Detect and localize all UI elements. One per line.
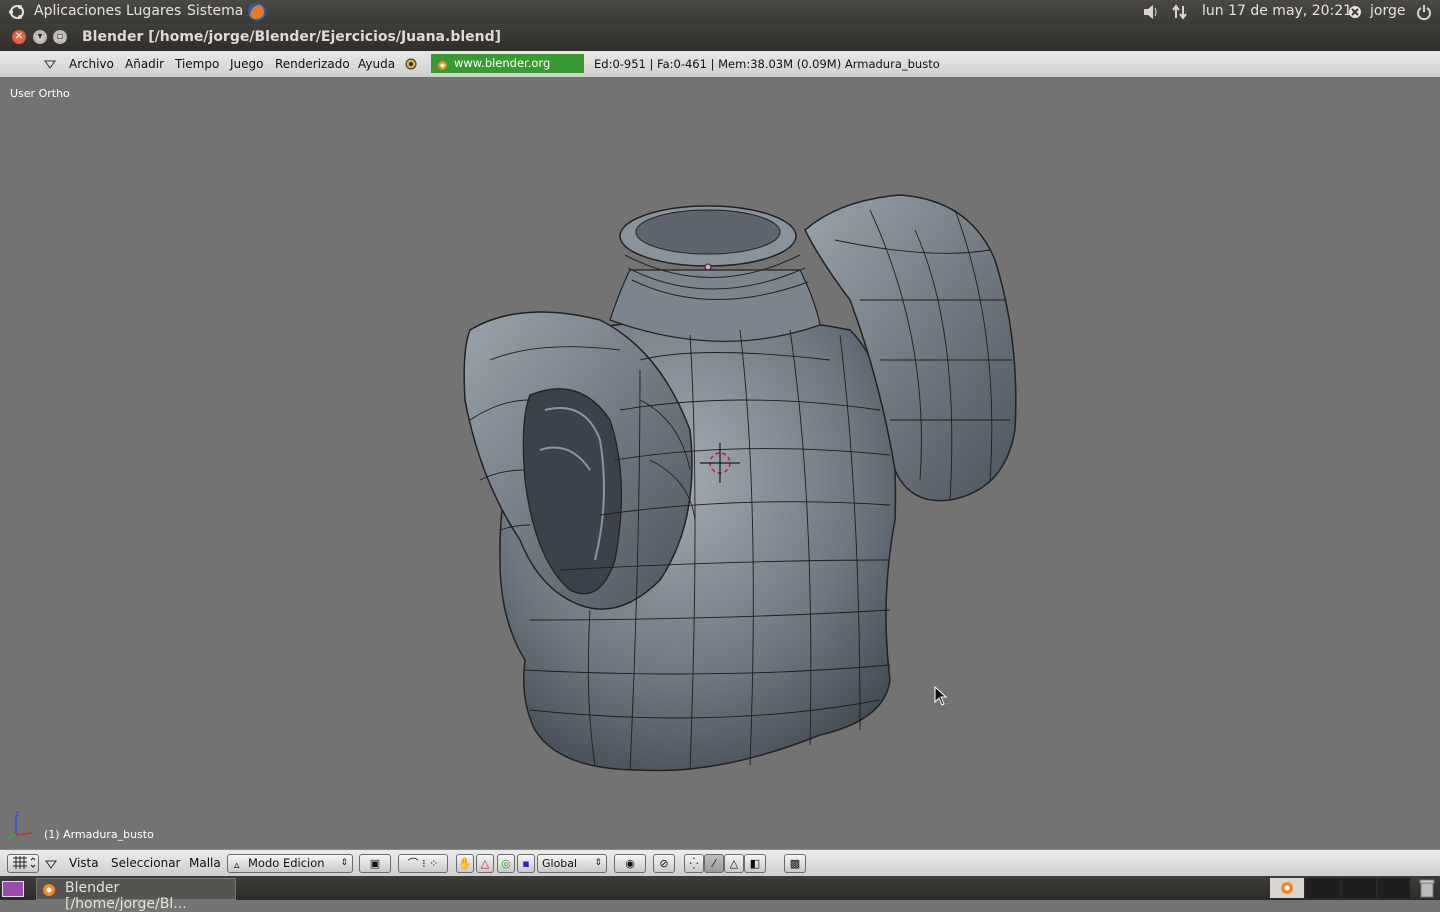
close-window-button[interactable]: ✕: [12, 30, 26, 44]
menu-anadir[interactable]: Añadir: [125, 57, 164, 71]
draw-type-button[interactable]: ▣: [359, 854, 391, 873]
edit-mode-icon: ▵: [234, 858, 240, 871]
scene-stats: Ed:0-951 | Fa:0-461 | Mem:38.03M (0.09M)…: [594, 57, 940, 71]
menu-ayuda[interactable]: Ayuda: [358, 57, 395, 71]
menu-malla[interactable]: Malla: [189, 856, 221, 870]
active-object-label: (1) Armadura_busto: [44, 828, 154, 841]
view3d-header: Vista Seleccionar Malla ▵ Modo Edicion ⇕…: [0, 849, 1440, 877]
bust-mesh-model[interactable]: [0, 77, 1440, 848]
blender-info-header: Archivo Añadir Tiempo Juego Renderizado …: [0, 51, 1440, 89]
menu-renderizado[interactable]: Renderizado: [275, 57, 350, 71]
render-preview-button[interactable]: ▩: [784, 854, 806, 873]
taskbar-item-label: Blender [/home/jorge/Bl...: [65, 880, 187, 912]
maximize-window-button[interactable]: ▫: [53, 30, 67, 44]
menu-sistema[interactable]: Sistema: [187, 3, 243, 19]
top-panel: Aplicaciones Lugares Sistema lun 17 de m…: [0, 0, 1440, 24]
face-select-mode-button[interactable]: △: [724, 854, 744, 873]
chevron-updown-icon: ⇕: [594, 858, 602, 868]
scale-manipulator-button[interactable]: ▪: [517, 854, 535, 873]
volume-icon[interactable]: [1142, 4, 1158, 20]
mode-selector[interactable]: ▵ Modo Edicion ⇕: [227, 854, 353, 873]
network-icon[interactable]: [1172, 4, 1188, 20]
translate-manipulator-button[interactable]: △: [476, 854, 494, 873]
firefox-icon[interactable]: [246, 1, 268, 23]
workspace-4[interactable]: [1378, 878, 1410, 898]
editor-type-button[interactable]: [7, 854, 39, 873]
orientation-selector[interactable]: Global ⇕: [537, 854, 607, 873]
orientation-selector-label: Global: [542, 857, 578, 870]
menu-lugares[interactable]: Lugares: [126, 3, 181, 19]
trash-icon[interactable]: [1418, 878, 1436, 898]
proportional-edit-button[interactable]: ◉: [614, 854, 646, 873]
menu-juego[interactable]: Juego: [230, 57, 264, 71]
workspace-switcher[interactable]: [1270, 878, 1410, 898]
mouse-pointer-icon: [934, 685, 948, 706]
user-status-icon[interactable]: [1348, 5, 1362, 19]
vertex-select-mode-button[interactable]: ⁛: [684, 854, 704, 873]
menu-vista[interactable]: Vista: [69, 856, 99, 870]
edge-select-mode-button[interactable]: ⁄: [704, 854, 724, 873]
workspace-1[interactable]: [1270, 878, 1304, 898]
blender-url-box[interactable]: www.blender.org 249.2: [431, 54, 584, 89]
workspace-2[interactable]: [1306, 878, 1340, 898]
3d-viewport[interactable]: User Ortho z (1) Armadura_busto: [0, 77, 1440, 848]
pivot-button[interactable]: ⌒ ⁝ ⁘: [398, 854, 448, 873]
taskbar-item-blender[interactable]: Blender [/home/jorge/Bl...: [36, 878, 236, 912]
occlude-geometry-button[interactable]: ◧: [744, 854, 766, 873]
rotate-manipulator-button[interactable]: ◎: [497, 854, 515, 873]
menu-seleccionar[interactable]: Seleccionar: [111, 856, 180, 870]
window-title: Blender [/home/jorge/Blender/Ejercicios/…: [82, 29, 502, 45]
minimize-window-button[interactable]: ▾: [33, 30, 47, 44]
blender-logo-icon: [42, 882, 56, 896]
snap-toggle-button[interactable]: ⊘: [653, 854, 675, 873]
axis-z-label: z: [15, 809, 20, 819]
blender-logo-icon: [437, 58, 448, 70]
window-titlebar: ✕ ▾ ▫ Blender [/home/jorge/Blender/Ejerc…: [0, 24, 1440, 51]
scene-screen-icon[interactable]: [403, 56, 419, 72]
ubuntu-logo-icon[interactable]: [8, 3, 26, 21]
header-collapse-icon[interactable]: [45, 859, 57, 869]
user-name[interactable]: jorge: [1370, 3, 1405, 19]
manipulator-toggle[interactable]: ✋: [456, 854, 474, 873]
power-icon[interactable]: [1416, 4, 1432, 21]
menu-tiempo[interactable]: Tiempo: [175, 57, 219, 71]
show-desktop-icon[interactable]: [2, 881, 24, 897]
mode-selector-label: Modo Edicion: [248, 856, 325, 870]
menu-archivo[interactable]: Archivo: [69, 57, 114, 71]
clock[interactable]: lun 17 de may, 20:21: [1202, 3, 1352, 19]
bottom-taskbar: Blender [/home/jorge/Bl...: [0, 876, 1440, 912]
header-collapse-icon[interactable]: [44, 59, 56, 69]
workspace-3[interactable]: [1342, 878, 1376, 898]
menu-aplicaciones[interactable]: Aplicaciones: [34, 3, 121, 19]
chevron-updown-icon: ⇕: [340, 858, 348, 868]
